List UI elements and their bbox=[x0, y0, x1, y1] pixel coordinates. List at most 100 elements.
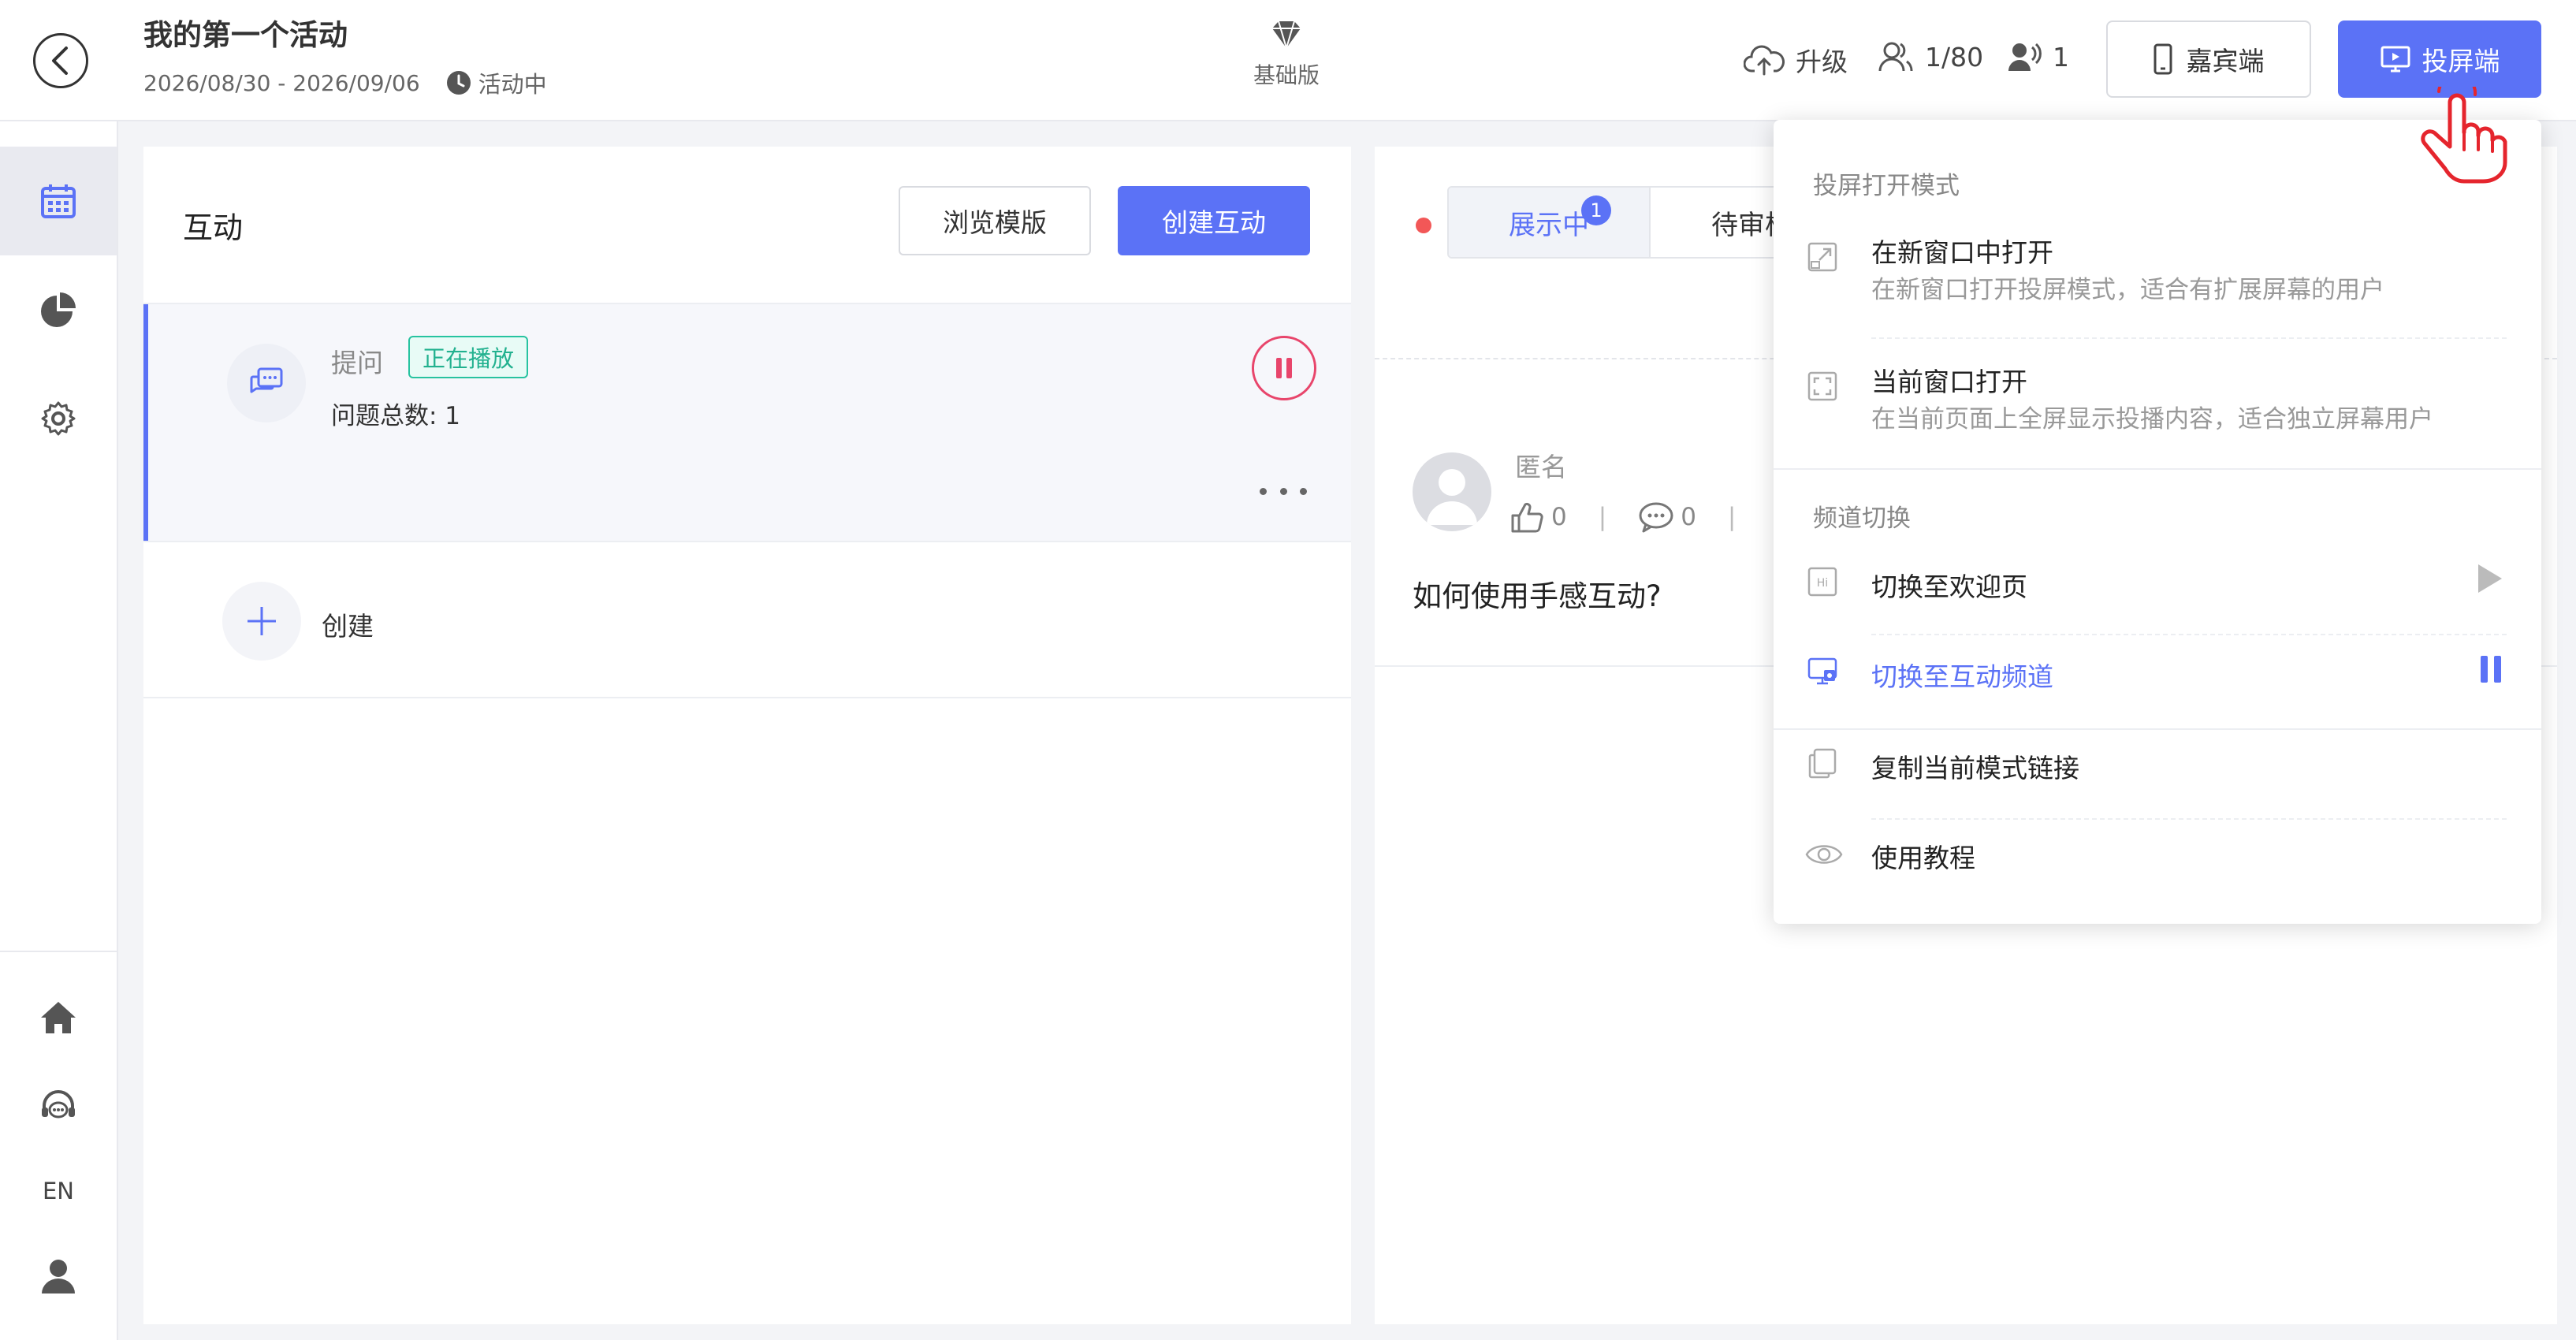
tutorial-option[interactable]: 使用教程 bbox=[1774, 831, 2541, 902]
sidebar-item-stats[interactable] bbox=[0, 255, 117, 364]
switch-interactive-option[interactable]: 切换至互动频道 bbox=[1774, 650, 2541, 720]
open-current-window-option[interactable]: 当前窗口打开 在当前页面上全屏显示投播内容，适合独立屏幕用户 bbox=[1774, 359, 2541, 478]
interactive-channel-icon bbox=[1807, 657, 1837, 685]
create-row[interactable]: 创建 bbox=[143, 541, 1351, 698]
section-title-channel: 频道切换 bbox=[1813, 504, 1911, 533]
open-current-window-title: 当前窗口打开 bbox=[1871, 367, 2027, 397]
tab-showing[interactable]: 展示中 1 bbox=[1449, 188, 1651, 257]
dropdown-section-divider bbox=[1774, 728, 2541, 730]
comment-icon bbox=[1639, 502, 1673, 533]
question-text: 如何使用手感互动? bbox=[1413, 579, 1662, 613]
dropdown-divider bbox=[1871, 337, 2507, 339]
home-icon bbox=[41, 1002, 76, 1033]
external-window-icon bbox=[1807, 242, 1837, 272]
thumbs-up-icon bbox=[1511, 502, 1543, 533]
question-author: 匿名 bbox=[1515, 452, 1567, 482]
users-icon bbox=[1878, 42, 1913, 72]
interaction-card[interactable]: 提问 正在播放 问题总数: 1 bbox=[143, 304, 1351, 541]
online-label: 1 bbox=[2053, 41, 2069, 73]
open-new-window-title: 在新窗口中打开 bbox=[1871, 237, 2053, 268]
open-new-window-option[interactable]: 在新窗口中打开 在新窗口打开投屏模式，适合有扩展屏幕的用户 bbox=[1774, 230, 2541, 348]
event-info: 我的第一个活动 2026/08/30 - 2026/09/06 活动中 bbox=[143, 16, 547, 99]
open-current-window-desc: 在当前页面上全屏显示投播内容，适合独立屏幕用户 bbox=[1871, 405, 2433, 434]
action-separator: | bbox=[1727, 503, 1737, 531]
event-status: 活动中 bbox=[478, 71, 547, 98]
headset-icon bbox=[42, 1090, 75, 1119]
comment-button[interactable]: 0 bbox=[1638, 501, 1696, 533]
switch-interactive-label: 切换至互动频道 bbox=[1871, 661, 2053, 692]
sidebar-item-settings[interactable] bbox=[0, 364, 117, 473]
calendar-icon bbox=[41, 184, 76, 218]
projector-screen-icon bbox=[2381, 46, 2410, 73]
pie-chart-icon bbox=[41, 292, 76, 327]
mobile-icon bbox=[2153, 43, 2172, 75]
chat-bubbles-icon bbox=[250, 367, 283, 393]
speaker-user-icon bbox=[2008, 43, 2042, 71]
user-icon bbox=[42, 1260, 75, 1293]
dropdown-divider bbox=[1871, 818, 2507, 820]
more-options-button[interactable] bbox=[1252, 479, 1315, 503]
sidebar: EN bbox=[0, 121, 118, 1340]
copy-link-label: 复制当前模式链接 bbox=[1871, 753, 2079, 784]
sidebar-divider bbox=[0, 951, 117, 952]
chevron-left-icon bbox=[52, 47, 68, 75]
create-interaction-button[interactable]: 创建互动 bbox=[1118, 186, 1310, 255]
guest-button[interactable]: 嘉宾端 bbox=[2106, 20, 2311, 98]
browse-templates-button[interactable]: 浏览模版 bbox=[899, 186, 1091, 255]
question-actions: 0 | 0 | bbox=[1510, 501, 1767, 533]
pause-icon[interactable] bbox=[2478, 654, 2503, 684]
plus-icon bbox=[248, 607, 276, 635]
like-button[interactable]: 0 bbox=[1510, 501, 1567, 533]
play-icon[interactable] bbox=[2475, 563, 2503, 594]
clock-icon bbox=[446, 71, 471, 95]
dropdown-section-divider bbox=[1774, 468, 2541, 470]
upgrade-label: 升级 bbox=[1796, 47, 1848, 77]
welcome-page-icon: Hi bbox=[1807, 567, 1837, 597]
tab-count-badge: 1 bbox=[1581, 195, 1611, 225]
top-header: 我的第一个活动 2026/08/30 - 2026/09/06 活动中 基础版 … bbox=[0, 0, 2576, 121]
action-separator: | bbox=[1598, 503, 1607, 531]
tab-showing-label: 展示中 bbox=[1509, 209, 1589, 241]
plan-badge[interactable]: 基础版 bbox=[1245, 19, 1327, 90]
diamond-icon bbox=[1272, 20, 1301, 50]
card-icon-wrap bbox=[227, 344, 306, 422]
event-title: 我的第一个活动 bbox=[143, 18, 348, 52]
default-avatar-icon bbox=[1427, 469, 1477, 525]
online-count[interactable]: 1 bbox=[2007, 41, 2069, 73]
participants-count[interactable]: 1/80 bbox=[1878, 41, 1983, 73]
live-indicator bbox=[1416, 218, 1431, 233]
sidebar-item-profile[interactable] bbox=[0, 1222, 117, 1331]
copy-link-option[interactable]: 复制当前模式链接 bbox=[1774, 741, 2541, 812]
sidebar-item-calendar[interactable] bbox=[0, 147, 117, 255]
switch-welcome-label: 切换至欢迎页 bbox=[1871, 571, 2027, 602]
copy-icon bbox=[1808, 748, 1837, 779]
switch-welcome-option[interactable]: Hi 切换至欢迎页 bbox=[1774, 560, 2541, 631]
pointer-hand-icon bbox=[2421, 87, 2507, 184]
dropdown-divider bbox=[1871, 634, 2507, 635]
upgrade-link[interactable]: 升级 bbox=[1744, 41, 1848, 79]
create-label: 创建 bbox=[322, 611, 374, 642]
like-count: 0 bbox=[1551, 503, 1567, 531]
cloud-upload-icon bbox=[1744, 45, 1785, 76]
tutorial-label: 使用教程 bbox=[1871, 843, 1975, 873]
section-title-mode: 投屏打开模式 bbox=[1813, 172, 1960, 200]
open-new-window-desc: 在新窗口打开投屏模式，适合有扩展屏幕的用户 bbox=[1871, 276, 2384, 304]
screen-mode-dropdown: 投屏打开模式 在新窗口中打开 在新窗口打开投屏模式，适合有扩展屏幕的用户 当前窗… bbox=[1774, 120, 2541, 924]
fullscreen-icon bbox=[1807, 371, 1837, 401]
interaction-panel: 互动 浏览模版 创建互动 提问 正在播放 问题总数: 1 创建 bbox=[143, 147, 1351, 1324]
pause-button[interactable] bbox=[1252, 336, 1316, 400]
back-button[interactable] bbox=[33, 33, 88, 88]
language-label: EN bbox=[42, 1178, 75, 1204]
create-icon-wrap bbox=[222, 582, 301, 661]
card-type: 提问 bbox=[331, 348, 383, 378]
gear-icon bbox=[41, 401, 76, 436]
panel-title: 互动 bbox=[183, 210, 244, 245]
plan-label: 基础版 bbox=[1253, 62, 1320, 88]
question-count: 问题总数: 1 bbox=[331, 402, 461, 430]
avatar bbox=[1413, 452, 1491, 531]
pause-icon bbox=[1276, 358, 1292, 378]
svg-text:Hi: Hi bbox=[1817, 577, 1828, 590]
eye-icon bbox=[1805, 845, 1843, 864]
playing-badge: 正在播放 bbox=[408, 336, 529, 378]
participants-label: 1/80 bbox=[1925, 41, 1984, 73]
